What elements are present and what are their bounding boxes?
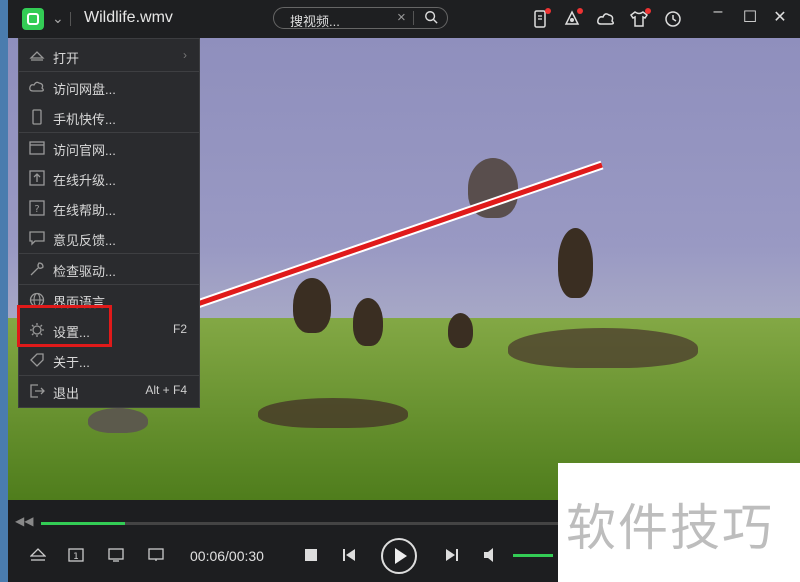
close-icon[interactable]: ✕ (768, 7, 792, 27)
screencast-icon[interactable] (108, 547, 124, 563)
cloud-icon (29, 81, 44, 92)
menu-item-label: 关于... (53, 355, 90, 370)
single-window-icon[interactable]: 1 (68, 547, 84, 563)
clear-icon[interactable]: × (397, 9, 406, 26)
menu-item-label: 访问官网... (53, 143, 116, 158)
next-icon[interactable] (445, 548, 459, 562)
stop-icon[interactable] (305, 549, 317, 561)
svg-text:?: ? (34, 204, 39, 215)
wrench-icon (30, 262, 44, 276)
browser-icon (29, 141, 45, 155)
phone-icon (32, 109, 42, 125)
notification-dot (545, 8, 551, 14)
menu-shortcut: Alt + F4 (145, 383, 187, 397)
menu-item-drivers[interactable]: 检查驱动... (19, 254, 199, 284)
progress-fill (41, 522, 125, 525)
time-display: 00:06/00:30 (190, 548, 264, 564)
chevron-right-icon: › (183, 48, 187, 62)
maximize-icon[interactable]: ☐ (738, 7, 762, 27)
menu-item-label: 退出 (53, 386, 80, 401)
feedback-icon (29, 231, 45, 246)
menu-item-website[interactable]: 访问官网... (19, 133, 199, 163)
tag-icon (30, 353, 44, 367)
menu-item-upgrade[interactable]: 在线升级... (19, 163, 199, 193)
svg-text:1: 1 (73, 552, 79, 562)
menu-item-exit[interactable]: 退出 Alt + F4 (19, 376, 199, 406)
menu-item-label: 意见反馈... (53, 233, 116, 248)
exit-icon (30, 384, 45, 398)
menu-item-label: 在线升级... (53, 173, 116, 188)
minimize-icon[interactable]: – (706, 3, 730, 21)
divider (413, 11, 414, 25)
history-icon[interactable] (663, 9, 683, 29)
menu-item-label: 手机快传... (53, 112, 116, 127)
notification-dot (645, 8, 651, 14)
menu-item-label: 访问网盘... (53, 82, 116, 97)
volume-slider[interactable] (513, 554, 553, 557)
pc-icon[interactable] (148, 547, 164, 563)
play-button[interactable] (381, 538, 417, 574)
menu-item-cloud[interactable]: 访问网盘... (19, 72, 199, 102)
app-logo-icon[interactable] (22, 8, 44, 30)
search-input[interactable]: 搜视频... (290, 11, 340, 30)
menu-item-phone[interactable]: 手机快传... (19, 102, 199, 132)
search-icon[interactable] (424, 10, 438, 24)
eject-icon (29, 51, 45, 61)
menu-item-label: 检查驱动... (53, 264, 116, 279)
watermark-text: 软件技巧 (566, 500, 774, 556)
menu-item-label: 打开 (53, 51, 80, 66)
eject-icon[interactable] (30, 548, 46, 562)
cloud-icon[interactable] (596, 9, 616, 29)
menu-shortcut: F2 (172, 322, 187, 336)
upgrade-icon (29, 170, 45, 186)
rewind-icon[interactable]: ◀◀ (15, 514, 33, 528)
chevron-down-icon[interactable]: ⌄ (52, 10, 64, 27)
volume-icon[interactable] (483, 547, 499, 563)
previous-icon[interactable] (342, 548, 356, 562)
red-highlight-box (17, 305, 112, 347)
menu-item-about[interactable]: 关于... (19, 345, 199, 375)
notification-dot (577, 8, 583, 14)
help-icon: ? (29, 200, 45, 216)
search-box[interactable]: 搜视频... × (273, 7, 448, 29)
menu-item-help[interactable]: ? 在线帮助... (19, 193, 199, 223)
desktop-edge (0, 0, 8, 582)
menu-item-feedback[interactable]: 意见反馈... (19, 223, 199, 253)
player-window: ⌄ Wildlife.wmv 搜视频... × – ☐ ✕ 打开 › 访问网盘.… (0, 0, 800, 582)
title-bar: ⌄ Wildlife.wmv 搜视频... × – ☐ ✕ (8, 0, 800, 38)
menu-item-label: 在线帮助... (53, 203, 116, 218)
menu-item-open[interactable]: 打开 › (19, 41, 199, 71)
main-menu: 打开 › 访问网盘... 手机快传... 访问官网... 在线升级... ? 在… (18, 38, 200, 408)
window-title: Wildlife.wmv (84, 9, 173, 26)
divider (70, 12, 71, 26)
